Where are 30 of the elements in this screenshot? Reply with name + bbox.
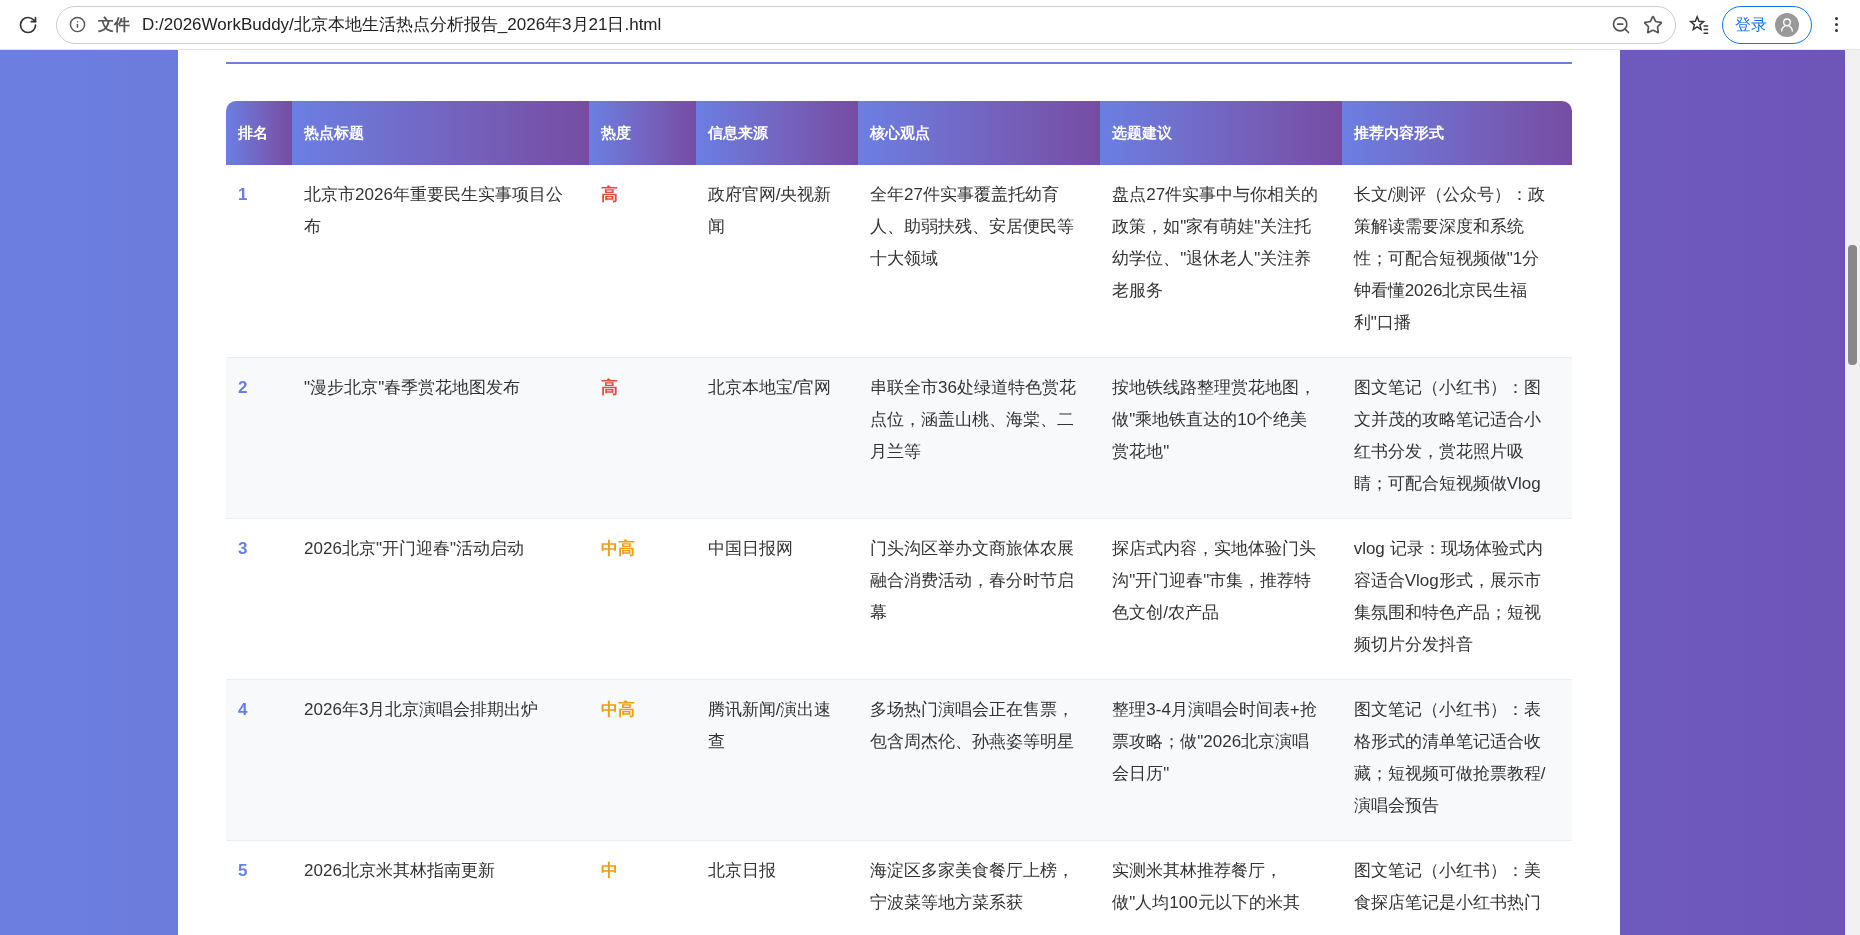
column-header: 信息来源 (695, 101, 858, 165)
column-header: 选题建议 (1100, 101, 1342, 165)
title-cell: 2026年3月北京演唱会排期出炉 (292, 680, 589, 841)
column-header: 热点标题 (292, 101, 589, 165)
address-text: D:/2026WorkBuddy/北京本地生活热点分析报告_2026年3月21日.html (142, 13, 662, 36)
format-cell: 图文笔记（小红书）：表格形式的清单笔记适合收藏；短视频可做抢票教程/演唱会预告 (1341, 680, 1572, 841)
scheme-label: 文件 (98, 14, 130, 35)
source-cell: 腾讯新闻/演出速查 (695, 680, 858, 841)
rank-cell: 4 (226, 680, 293, 841)
source-cell: 北京本地宝/官网 (695, 358, 858, 519)
column-header: 热度 (588, 101, 696, 165)
heat-cell: 高 (588, 358, 696, 519)
core-view-cell: 多场热门演唱会正在售票，包含周杰伦、孙燕姿等明星 (857, 680, 1101, 841)
info-icon[interactable] (69, 16, 86, 33)
favorites-icon[interactable] (1688, 13, 1710, 36)
suggestion-cell: 整理3-4月演唱会时间表+抢票攻略；做"2026北京演唱会日历" (1100, 680, 1342, 841)
column-header: 核心观点 (857, 101, 1101, 165)
title-cell: "漫步北京"春季赏花地图发布 (292, 358, 589, 519)
reload-icon (18, 14, 38, 35)
avatar-icon (1775, 12, 1799, 37)
suggestion-cell: 按地铁线路整理赏花地图，做"乘地铁直达的10个绝美赏花地" (1100, 358, 1342, 519)
format-cell: 图文笔记（小红书）：图文并茂的攻略笔记适合小红书分发，赏花照片吸睛；可配合短视频做Vlog (1341, 358, 1572, 519)
zoom-out-icon[interactable] (1611, 14, 1631, 35)
rank-cell: 2 (226, 358, 293, 519)
column-header: 排名 (226, 101, 293, 165)
core-view-cell: 串联全市36处绿道特色赏花点位，涵盖山桃、海棠、二月兰等 (857, 358, 1101, 519)
star-icon[interactable] (1643, 14, 1663, 35)
scrollbar-thumb[interactable] (1848, 245, 1857, 365)
column-header: 推荐内容形式 (1341, 101, 1572, 165)
heat-cell: 中高 (588, 680, 696, 841)
